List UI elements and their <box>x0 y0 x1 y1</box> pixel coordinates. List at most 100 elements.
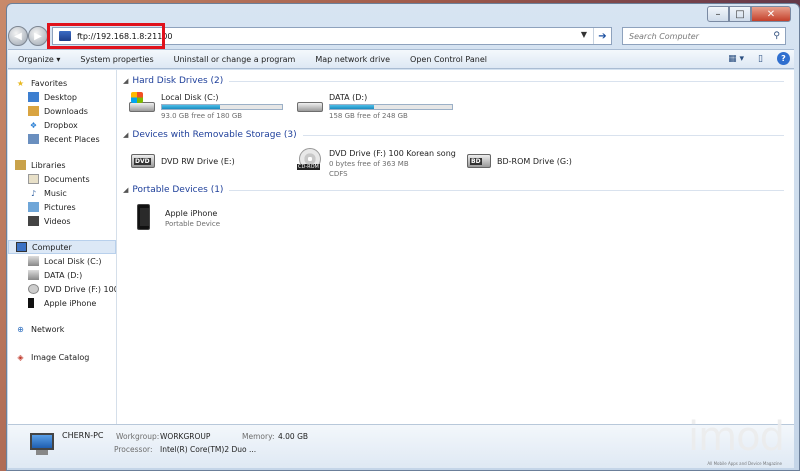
search-input[interactable]: Search Computer ⚲ <box>622 27 786 45</box>
favorites-header[interactable]: ★ Favorites <box>8 76 116 90</box>
watermark-logo: imod <box>688 414 785 460</box>
uninstall-program-button[interactable]: Uninstall or change a program <box>164 55 306 64</box>
memory-label: Memory: <box>242 432 275 441</box>
disc-icon <box>28 284 39 294</box>
libraries-icon <box>15 160 26 170</box>
processor-label: Processor: <box>114 445 153 454</box>
dvd-drive-icon: DVD <box>127 148 157 174</box>
open-control-panel-button[interactable]: Open Control Panel <box>400 55 497 64</box>
organize-menu[interactable]: Organize ▾ <box>8 55 70 64</box>
nav-item-dvd-drive-f[interactable]: DVD Drive (F:) 100 K <box>8 282 116 296</box>
imod-watermark: imod All Mobile Apps and Device Magazine <box>662 410 792 470</box>
device-name: Apple iPhone <box>165 209 218 218</box>
computer-label: Computer <box>32 242 72 252</box>
device-tile-apple-iphone[interactable]: Apple iPhone Portable Device <box>131 204 220 230</box>
address-highlight-box <box>47 23 165 49</box>
drive-name: DVD Drive (F:) 100 Korean song <box>329 149 456 158</box>
section-divider <box>229 189 784 191</box>
nav-item-local-disk-c[interactable]: Local Disk (C:) <box>8 254 116 268</box>
watermark-tagline: All Mobile Apps and Device Magazine <box>707 461 782 466</box>
minimize-button[interactable]: – <box>707 6 729 22</box>
nav-item-recent-places[interactable]: Recent Places <box>8 132 116 146</box>
nav-item-apple-iphone[interactable]: Apple iPhone <box>8 296 116 310</box>
network-group: ⊕ Network <box>8 322 116 336</box>
processor-value: Intel(R) Core(TM)2 Duo ... <box>160 445 257 454</box>
drive-tile-dvd-f[interactable]: CD-ROM DVD Drive (F:) 100 Korean song 0 … <box>295 148 456 179</box>
computer-icon <box>16 242 27 252</box>
star-icon: ★ <box>16 78 25 88</box>
favorites-label: Favorites <box>31 78 68 88</box>
image-catalog-icon: ◈ <box>17 352 24 362</box>
nav-item-videos[interactable]: Videos <box>8 214 116 228</box>
section-divider <box>229 80 784 82</box>
nav-item-label: Music <box>44 188 67 198</box>
system-properties-button[interactable]: System properties <box>70 55 163 64</box>
drive-free-space: 0 bytes free of 363 MB <box>329 160 409 168</box>
nav-item-documents[interactable]: Documents <box>8 172 116 186</box>
command-bar: Organize ▾ System properties Uninstall o… <box>8 49 794 69</box>
image-catalog-label: Image Catalog <box>31 352 90 362</box>
network-icon: ⊕ <box>17 324 24 334</box>
nav-item-label: Desktop <box>44 92 77 102</box>
nav-item-desktop[interactable]: Desktop <box>8 90 116 104</box>
navigation-pane: ★ Favorites Desktop Downloads ❖ Dropbox … <box>8 70 117 424</box>
back-button[interactable]: ◀ <box>8 26 28 46</box>
nav-item-downloads[interactable]: Downloads <box>8 104 116 118</box>
address-dropdown-icon[interactable]: ▼ <box>581 30 587 39</box>
workgroup-value: WORKGROUP <box>160 432 211 441</box>
nav-item-music[interactable]: ♪ Music <box>8 186 116 200</box>
documents-icon <box>28 174 39 184</box>
collapse-icon[interactable]: ◢ <box>123 131 128 139</box>
help-icon[interactable]: ? <box>777 52 790 65</box>
drive-name: Local Disk (C:) <box>161 93 219 102</box>
nav-item-pictures[interactable]: Pictures <box>8 200 116 214</box>
drive-name: DVD RW Drive (E:) <box>161 157 235 166</box>
collapse-icon[interactable]: ◢ <box>123 186 128 194</box>
libraries-header[interactable]: Libraries <box>8 158 116 172</box>
bd-label: BD <box>470 158 482 165</box>
libraries-group: Libraries Documents ♪ Music Pictures Vid… <box>8 158 116 228</box>
section-hard-disk-drives[interactable]: ◢ Hard Disk Drives (2) <box>123 74 784 88</box>
change-view-icon[interactable]: ▦ ▾ <box>728 54 744 64</box>
device-type: Portable Device <box>165 220 221 228</box>
libraries-label: Libraries <box>31 160 66 170</box>
close-button[interactable]: ✕ <box>751 6 791 22</box>
drive-tile-dvd-rw-e[interactable]: DVD DVD RW Drive (E:) <box>127 148 235 174</box>
network-header[interactable]: ⊕ Network <box>8 322 116 336</box>
section-portable-devices[interactable]: ◢ Portable Devices (1) <box>123 183 784 197</box>
recent-places-icon <box>28 134 39 144</box>
drive-tile-data-d[interactable]: DATA (D:) 158 GB free of 248 GB <box>295 92 453 121</box>
image-catalog-header[interactable]: ◈ Image Catalog <box>8 350 116 364</box>
nav-item-label: Recent Places <box>44 134 100 144</box>
section-title: Devices with Removable Storage (3) <box>132 130 297 140</box>
search-icon[interactable]: ⚲ <box>773 31 780 41</box>
map-network-drive-button[interactable]: Map network drive <box>305 55 400 64</box>
image-catalog-group: ◈ Image Catalog <box>8 350 116 364</box>
drive-tile-bd-rom-g[interactable]: BD BD-ROM Drive (G:) <box>463 148 572 174</box>
memory-value: 4.00 GB <box>278 432 309 441</box>
forward-button[interactable]: ▶ <box>28 26 48 46</box>
hard-drive-icon <box>295 92 325 118</box>
go-button[interactable]: ➔ <box>593 28 611 44</box>
pictures-icon <box>28 202 39 212</box>
maximize-button[interactable]: □ <box>729 6 751 22</box>
nav-item-dropbox[interactable]: ❖ Dropbox <box>8 118 116 132</box>
drive-name: DATA (D:) <box>329 93 368 102</box>
collapse-icon[interactable]: ◢ <box>123 77 128 85</box>
nav-item-data-d[interactable]: DATA (D:) <box>8 268 116 282</box>
hard-drive-icon <box>28 270 39 280</box>
computer-icon <box>26 433 56 459</box>
network-label: Network <box>31 324 65 334</box>
windows-drive-icon <box>127 92 157 118</box>
section-removable-storage[interactable]: ◢ Devices with Removable Storage (3) <box>123 128 784 142</box>
nav-item-label: Local Disk (C:) <box>44 256 102 266</box>
drive-tile-local-disk-c[interactable]: Local Disk (C:) 93.0 GB free of 180 GB <box>127 92 283 121</box>
favorites-group: ★ Favorites Desktop Downloads ❖ Dropbox … <box>8 76 116 146</box>
drive-usage-bar <box>161 104 283 110</box>
preview-pane-icon[interactable]: ▯ <box>758 54 763 64</box>
section-divider <box>302 134 784 136</box>
cd-rom-icon: CD-ROM <box>295 148 325 174</box>
computer-header[interactable]: Computer <box>8 240 116 254</box>
nav-item-label: DVD Drive (F:) 100 K <box>44 284 116 294</box>
nav-item-label: Downloads <box>44 106 88 116</box>
